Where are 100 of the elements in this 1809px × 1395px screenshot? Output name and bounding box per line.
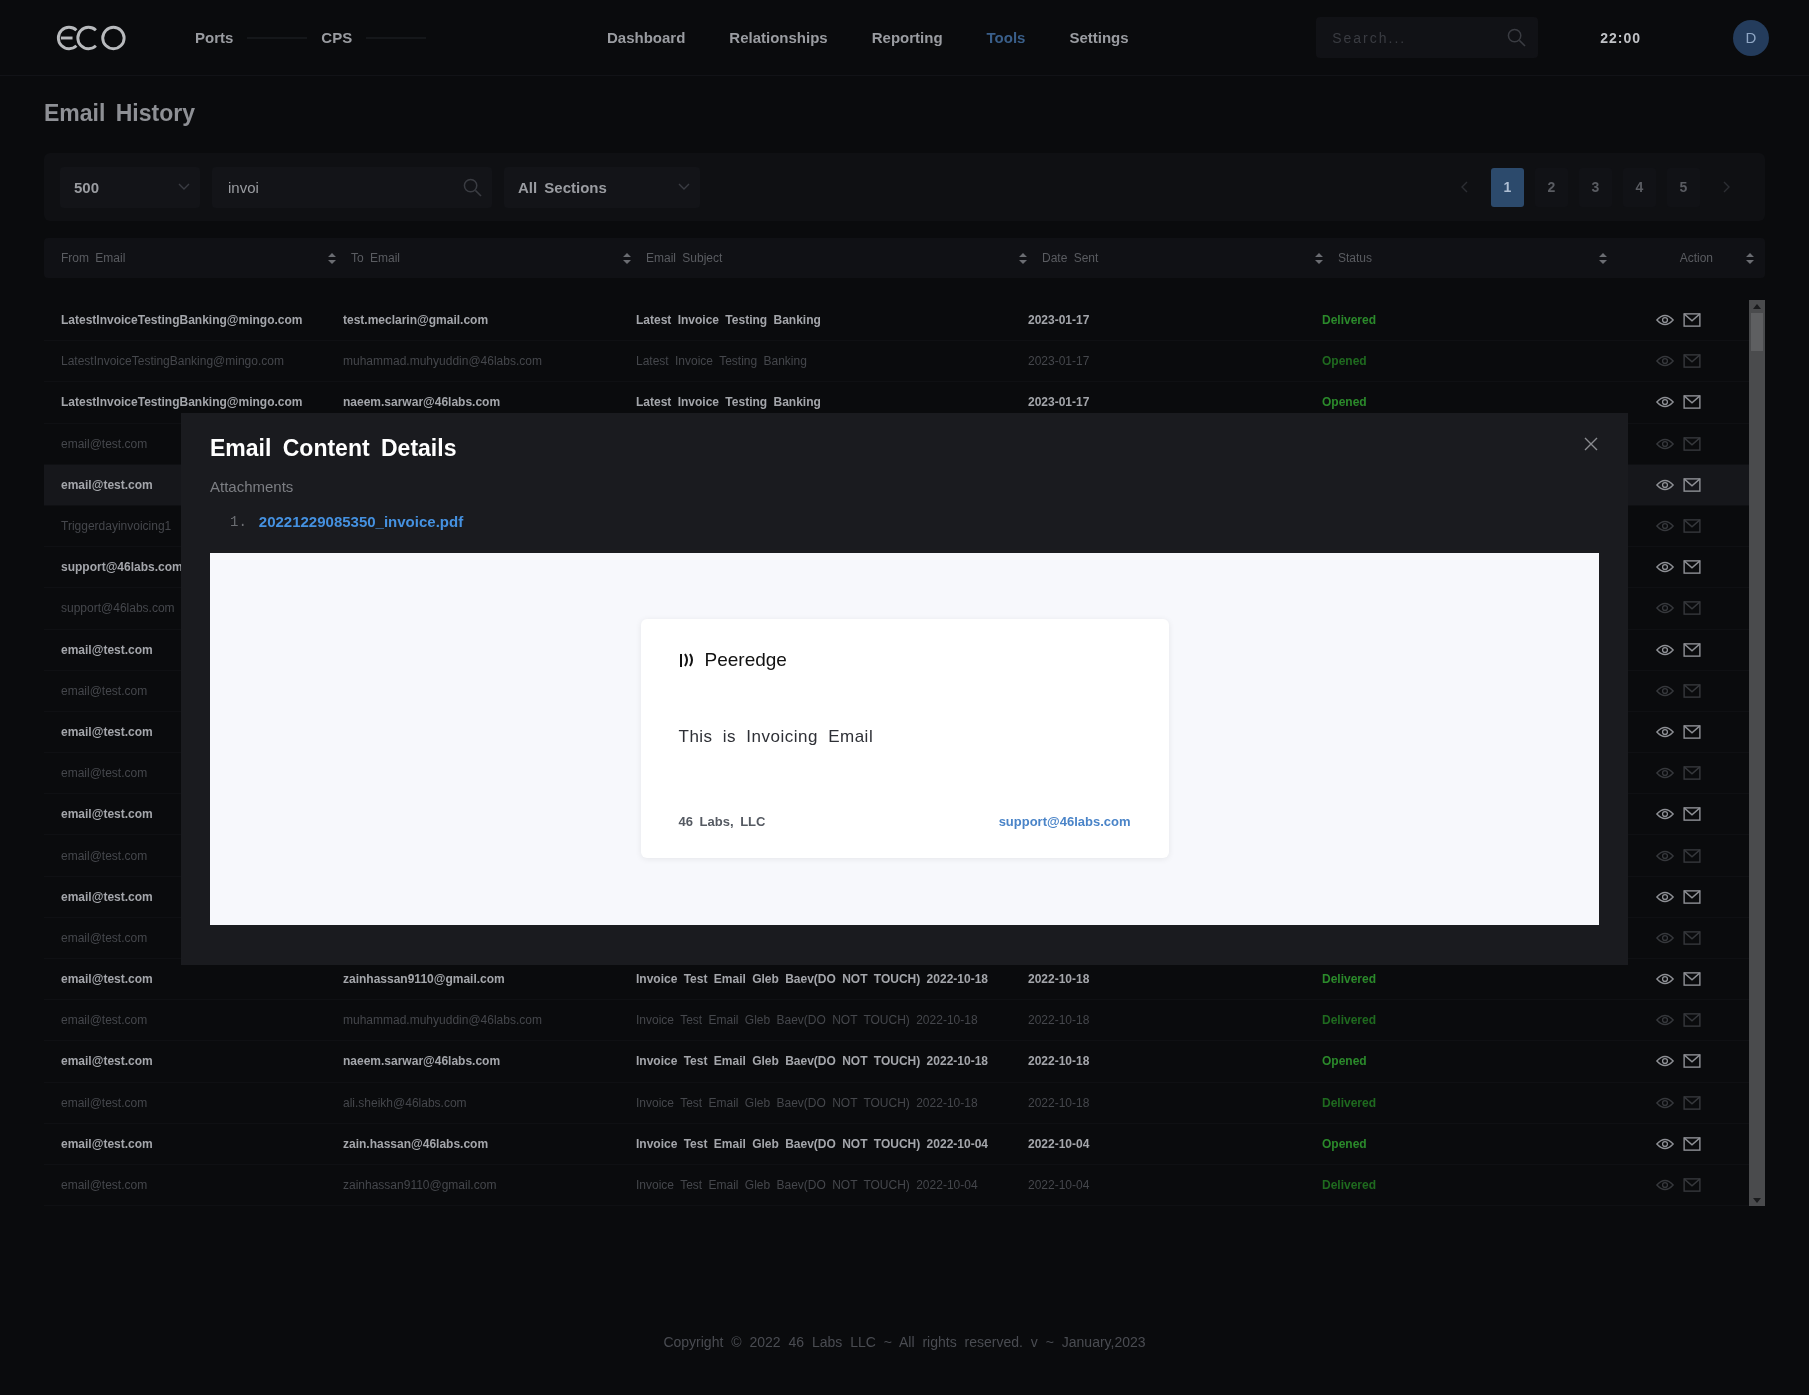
dialog-title: Email Content Details (210, 435, 457, 462)
section-select[interactable]: All Sections (504, 166, 700, 208)
view-eye-icon[interactable] (1656, 807, 1674, 822)
recipient-email: zainhassan9110@gmail.com (343, 972, 505, 987)
nav-link[interactable]: CPS (321, 23, 353, 52)
sender-email: email@test.com (61, 1178, 148, 1193)
attachment-link[interactable]: 20221229085350_invoice.pdf (258, 513, 464, 530)
nav-link[interactable]: Settings (1069, 23, 1129, 52)
email-subject: Latest Invoice Testing Banking (636, 395, 821, 410)
scrollbar[interactable] (1749, 300, 1765, 1206)
nav-link[interactable]: Relationships (729, 23, 828, 52)
sender-email: email@test.com (61, 972, 153, 987)
status-text: Delivered (1322, 1013, 1377, 1028)
view-eye-icon[interactable] (1656, 477, 1674, 492)
email-subject: Invoice Test Email Gleb Baev(DO NOT TOUCH) 2022-10-04 (636, 1178, 978, 1193)
chevron-down-icon (178, 183, 190, 191)
sort-icon[interactable] (1314, 251, 1324, 265)
search-input[interactable]: invoi (226, 177, 463, 197)
date-sent: 2022-10-04 (1028, 1178, 1090, 1193)
status-text: Opened (1322, 1054, 1367, 1069)
column-header[interactable]: Action (1679, 251, 1713, 265)
mail-icon[interactable] (1683, 972, 1701, 987)
mail-icon[interactable] (1683, 807, 1701, 822)
date-sent: 2023-01-17 (1028, 395, 1090, 410)
sender-email: email@test.com (61, 477, 153, 492)
sender-email: email@test.com (61, 436, 148, 451)
support-email-link[interactable]: support@46labs.com (998, 814, 1131, 829)
sender-email: email@test.com (61, 1136, 153, 1151)
page-size-select[interactable]: 500 (60, 166, 200, 208)
search-field[interactable]: invoi (212, 166, 492, 208)
date-sent: 2022-10-18 (1028, 1054, 1090, 1069)
view-eye-icon[interactable] (1656, 313, 1674, 328)
recipient-email: naeem.sarwar@46labs.com (343, 395, 501, 410)
nav-link[interactable]: Tools (986, 23, 1026, 52)
company-name: 46 Labs, LLC (678, 814, 766, 829)
mail-icon[interactable] (1683, 1054, 1701, 1069)
email-subject: Invoice Test Email Gleb Baev(DO NOT TOUCH) 2022-10-04 (636, 1136, 988, 1151)
logo-icon[interactable] (55, 23, 129, 52)
sort-icon[interactable] (622, 251, 632, 265)
mail-icon[interactable] (1683, 1136, 1701, 1151)
recipient-email: ali.sheikh@46labs.com (343, 1095, 467, 1110)
user-avatar[interactable]: D (1733, 19, 1769, 56)
date-sent: 2022-10-04 (1028, 1136, 1090, 1151)
sender-email: email@test.com (61, 807, 153, 822)
close-icon[interactable] (1584, 437, 1598, 451)
list-number: 1. (230, 513, 247, 530)
view-eye-icon[interactable] (1656, 642, 1674, 657)
date-sent: 2022-10-18 (1028, 1095, 1090, 1110)
mail-icon[interactable] (1683, 889, 1701, 904)
recipient-email: muhammad.muhyuddin@46labs.com (343, 1013, 542, 1028)
brand-name: Peeredge (704, 649, 787, 671)
view-eye-icon[interactable] (1656, 1054, 1674, 1069)
mail-icon[interactable] (1683, 313, 1701, 328)
sender-email: email@test.com (61, 724, 153, 739)
status-text: Opened (1322, 395, 1367, 410)
page-button[interactable]: 1 (1491, 167, 1524, 207)
sender-email: Triggerdayinvoicing1 (61, 519, 172, 534)
mail-icon[interactable] (1683, 560, 1701, 575)
column-header[interactable]: Email Subject (646, 251, 723, 265)
sort-icon[interactable] (1745, 251, 1755, 265)
sender-email: email@test.com (61, 1095, 148, 1110)
column-header[interactable]: Status (1338, 251, 1373, 265)
view-eye-icon[interactable] (1656, 560, 1674, 575)
date-sent: 2023-01-17 (1028, 354, 1090, 369)
sort-icon[interactable] (1018, 251, 1028, 265)
status-text: Delivered (1322, 1178, 1377, 1193)
view-eye-icon[interactable] (1656, 724, 1674, 739)
column-header[interactable]: Date Sent (1042, 251, 1099, 265)
view-eye-icon[interactable] (1656, 889, 1674, 904)
email-subject: Latest Invoice Testing Banking (636, 313, 821, 328)
email-subject: Latest Invoice Testing Banking (636, 354, 807, 369)
sender-email: email@test.com (61, 848, 148, 863)
email-subject: Invoice Test Email Gleb Baev(DO NOT TOUCH) 2022-10-18 (636, 972, 988, 987)
nav-link[interactable]: Ports (195, 23, 234, 52)
mail-icon[interactable] (1683, 642, 1701, 657)
view-eye-icon[interactable] (1656, 395, 1674, 410)
column-header[interactable]: From Email (61, 251, 126, 265)
email-subject: Invoice Test Email Gleb Baev(DO NOT TOUCH) 2022-10-18 (636, 1054, 988, 1069)
sender-email: email@test.com (61, 1013, 148, 1028)
sender-email: email@test.com (61, 642, 153, 657)
sender-email: email@test.com (61, 930, 148, 945)
column-header[interactable]: To Email (351, 251, 400, 265)
mail-icon[interactable] (1683, 395, 1701, 410)
view-eye-icon[interactable] (1656, 1136, 1674, 1151)
nav-link[interactable]: Dashboard (607, 23, 686, 52)
sender-email: LatestInvoiceTestingBanking@mingo.com (61, 313, 303, 328)
mail-icon[interactable] (1683, 724, 1701, 739)
sort-icon[interactable] (1598, 251, 1608, 265)
view-eye-icon[interactable] (1656, 972, 1674, 987)
nav-link[interactable]: Reporting (871, 23, 943, 52)
attachments-label: Attachments (210, 478, 295, 495)
sender-email: support@46labs.com (61, 560, 183, 575)
status-text: Delivered (1322, 1095, 1377, 1110)
status-text: Delivered (1322, 313, 1377, 328)
recipient-email: zainhassan9110@gmail.com (343, 1178, 497, 1193)
date-sent: 2022-10-18 (1028, 1013, 1090, 1028)
sort-icon[interactable] (327, 251, 337, 265)
mail-icon[interactable] (1683, 477, 1701, 492)
status-text: Opened (1322, 354, 1367, 369)
sender-email: email@test.com (61, 1054, 153, 1069)
